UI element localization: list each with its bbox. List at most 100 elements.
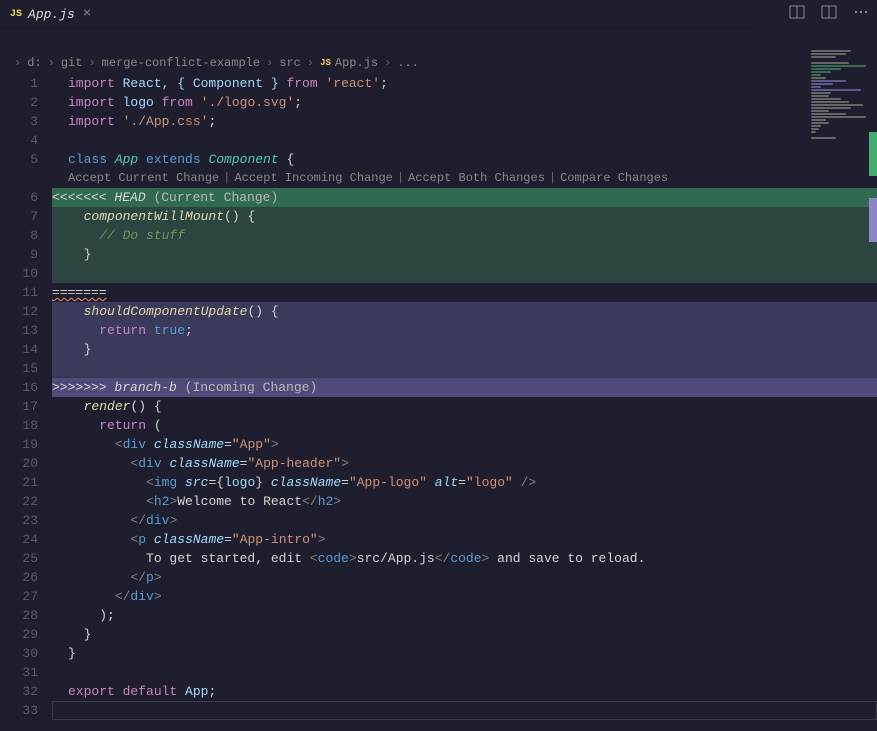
code-line: } [52, 245, 877, 264]
chevron-right-icon: › [307, 56, 314, 70]
line-number: 4 [0, 131, 38, 150]
merge-codelens: Accept Current Change|Accept Incoming Ch… [52, 169, 877, 188]
code-line: export default App; [52, 682, 877, 701]
code-line: render() { [52, 397, 877, 416]
line-number: 23 [0, 511, 38, 530]
line-number: 3 [0, 112, 38, 131]
code-line: shouldComponentUpdate() { [52, 302, 877, 321]
line-number: 17 [0, 397, 38, 416]
ruler-mark-current [869, 132, 877, 176]
code-line [52, 131, 877, 150]
js-file-icon: JS [320, 58, 331, 68]
line-number: 2 [0, 93, 38, 112]
code-line: class App extends Component { [52, 150, 877, 169]
line-number: 10 [0, 264, 38, 283]
code-line: return true; [52, 321, 877, 340]
line-number: 28 [0, 606, 38, 625]
line-number: 24 [0, 530, 38, 549]
line-number: 30 [0, 644, 38, 663]
breadcrumb-segment[interactable]: git [61, 56, 83, 70]
chevron-right-icon: › [48, 56, 55, 70]
line-number: 15 [0, 359, 38, 378]
line-number: 33 [0, 701, 38, 720]
breadcrumb-segment[interactable]: src [279, 56, 301, 70]
code-line: To get started, edit <code>src/App.js</c… [52, 549, 877, 568]
code-line: </div> [52, 511, 877, 530]
tab-bar: JS App.js × [0, 0, 757, 28]
editor-layout-icon[interactable] [821, 4, 837, 20]
code-line: <h2>Welcome to React</h2> [52, 492, 877, 511]
line-number: 29 [0, 625, 38, 644]
split-editor-icon[interactable] [789, 4, 805, 20]
line-number: 22 [0, 492, 38, 511]
line-number: 32 [0, 682, 38, 701]
line-number: 14 [0, 340, 38, 359]
chevron-right-icon: › [14, 56, 21, 70]
accept-current-change[interactable]: Accept Current Change [68, 171, 219, 185]
code-line: </p> [52, 568, 877, 587]
code-area[interactable]: import React, { Component } from 'react'… [52, 74, 877, 731]
tab-filename: App.js [28, 7, 75, 22]
code-line: } [52, 644, 877, 663]
code-line: <p className="App-intro"> [52, 530, 877, 549]
code-line: import './App.css'; [52, 112, 877, 131]
code-line [52, 701, 877, 720]
line-number: 13 [0, 321, 38, 340]
line-number: 9 [0, 245, 38, 264]
line-gutter: 1 2 3 4 5 6 7 8 9 10 11 12 13 14 15 16 1… [0, 74, 52, 731]
ruler-mark-incoming [869, 198, 877, 242]
breadcrumb-symbol[interactable]: ... [397, 56, 419, 70]
overview-ruler[interactable] [869, 50, 877, 707]
code-line: ); [52, 606, 877, 625]
conflict-current-header: <<<<<<< HEAD (Current Change) [52, 188, 877, 207]
code-line [52, 264, 877, 283]
code-line: <div className="App-header"> [52, 454, 877, 473]
tab-app-js[interactable]: JS App.js × [0, 0, 103, 27]
line-number: 6 [0, 188, 38, 207]
accept-both-changes[interactable]: Accept Both Changes [408, 171, 545, 185]
breadcrumb-file[interactable]: App.js [335, 56, 378, 70]
editor[interactable]: 1 2 3 4 5 6 7 8 9 10 11 12 13 14 15 16 1… [0, 74, 877, 731]
line-number: 18 [0, 416, 38, 435]
line-number: 31 [0, 663, 38, 682]
accept-incoming-change[interactable]: Accept Incoming Change [234, 171, 392, 185]
code-line: </div> [52, 587, 877, 606]
code-line: } [52, 625, 877, 644]
breadcrumb: › d: › git › merge-conflict-example › sr… [0, 52, 877, 74]
compare-changes[interactable]: Compare Changes [560, 171, 668, 185]
line-number: 11 [0, 283, 38, 302]
line-number: 20 [0, 454, 38, 473]
code-line: componentWillMount() { [52, 207, 877, 226]
line-number [0, 169, 38, 188]
line-number: 7 [0, 207, 38, 226]
chevron-right-icon: › [384, 56, 391, 70]
minimap[interactable] [811, 50, 871, 150]
line-number: 5 [0, 150, 38, 169]
chevron-right-icon: › [266, 56, 273, 70]
code-line: return ( [52, 416, 877, 435]
code-line: // Do stuff [52, 226, 877, 245]
line-number: 8 [0, 226, 38, 245]
line-number: 25 [0, 549, 38, 568]
line-number: 16 [0, 378, 38, 397]
code-line: import React, { Component } from 'react'… [52, 74, 877, 93]
line-number: 12 [0, 302, 38, 321]
breadcrumb-segment[interactable]: merge-conflict-example [102, 56, 260, 70]
line-number: 27 [0, 587, 38, 606]
close-icon[interactable]: × [81, 6, 93, 22]
code-line: <div className="App"> [52, 435, 877, 454]
line-number: 1 [0, 74, 38, 93]
conflict-separator: ======= [52, 283, 877, 302]
chevron-right-icon: › [88, 56, 95, 70]
code-line: } [52, 340, 877, 359]
code-line [52, 359, 877, 378]
code-line [52, 663, 877, 682]
js-file-icon: JS [10, 9, 22, 20]
code-line: import logo from './logo.svg'; [52, 93, 877, 112]
more-actions-icon[interactable] [853, 4, 869, 20]
breadcrumb-segment[interactable]: d: [27, 56, 41, 70]
line-number: 19 [0, 435, 38, 454]
conflict-incoming-header: >>>>>>> branch-b (Incoming Change) [52, 378, 877, 397]
code-line: <img src={logo} className="App-logo" alt… [52, 473, 877, 492]
line-number: 26 [0, 568, 38, 587]
